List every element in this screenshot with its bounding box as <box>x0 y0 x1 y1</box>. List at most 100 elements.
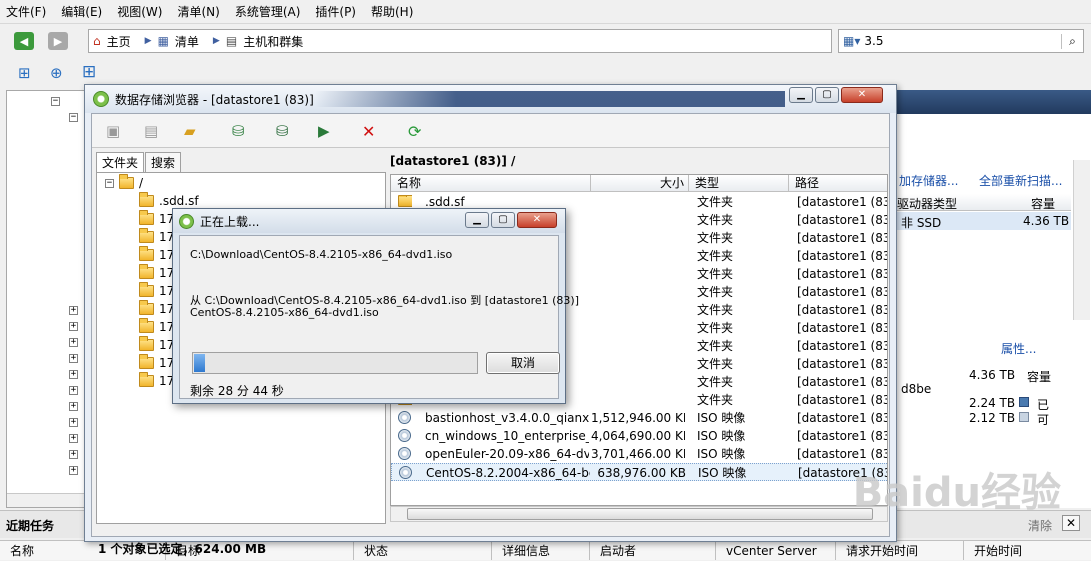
upload-body: C:\Download\CentOS-8.4.2105-x86_64-dvd1.… <box>179 235 579 399</box>
add-host-icon[interactable]: ⊞ <box>18 64 31 82</box>
close-icon[interactable]: ✕ <box>1062 515 1080 531</box>
expand-icon[interactable]: + <box>69 386 78 395</box>
upload-file-icon[interactable]: ⛁ <box>232 122 250 140</box>
expand-icon[interactable]: + <box>69 466 78 475</box>
expand-icon[interactable]: + <box>69 450 78 459</box>
add-storage-link[interactable]: 加存储器... <box>899 172 958 189</box>
search-scope-icon[interactable]: ▦▾ <box>843 34 860 48</box>
chevron-right-icon: ▶ <box>212 36 220 46</box>
file-path: [datastore1 (83)] <box>797 411 887 425</box>
col-file-size[interactable]: 大小 <box>591 175 689 192</box>
rescan-all-link[interactable]: 全部重新扫描... <box>979 172 1062 189</box>
folder-icon <box>139 210 154 225</box>
expand-icon[interactable]: + <box>69 354 78 363</box>
capacity-value: 4.36 TB <box>1023 214 1070 228</box>
chevron-right-icon: ▶ <box>144 36 152 46</box>
upload-target-file: CentOS-8.4.2105-x86_64-dvd1.iso <box>190 306 379 319</box>
delete-icon[interactable]: ✕ <box>362 122 380 141</box>
tree-item[interactable]: 17 <box>139 282 174 299</box>
clear-button[interactable]: 清除 <box>1028 517 1052 534</box>
tab-search[interactable]: 搜索 <box>145 152 182 172</box>
upload-icon[interactable]: ▣ <box>106 122 124 140</box>
breadcrumb-hosts-clusters[interactable]: 主机和群集 <box>243 33 303 50</box>
tree-item[interactable]: 17 <box>139 210 174 227</box>
tree-item[interactable]: 17 <box>139 246 174 263</box>
expand-icon[interactable]: + <box>69 418 78 427</box>
capacity-header[interactable]: 容量 <box>1031 195 1055 212</box>
tree-item[interactable]: .sdd.sf <box>139 192 199 209</box>
file-type: 文件夹 <box>697 249 734 263</box>
download-icon[interactable]: ▤ <box>144 122 162 140</box>
add-datacenter-icon[interactable]: ⊕ <box>50 64 63 82</box>
table-row[interactable]: CentOS-8.2.2004-x86_64-boot.... 638,976.0… <box>391 463 887 481</box>
menu-help[interactable]: 帮助(H) <box>371 3 413 20</box>
col-file-type[interactable]: 类型 <box>689 175 789 192</box>
expand-icon[interactable]: + <box>69 370 78 379</box>
expand-icon[interactable]: + <box>69 306 78 315</box>
search-icon[interactable]: ⌕ <box>1061 33 1083 49</box>
search-input[interactable]: 3.5 <box>864 34 1061 48</box>
back-button[interactable]: ◀ <box>14 32 34 50</box>
col-start-time[interactable]: 开始时间 <box>964 541 1091 560</box>
drive-type-header[interactable]: 驱动器类型 <box>897 195 957 212</box>
tree-item[interactable]: 17 <box>139 264 174 281</box>
expand-icon[interactable]: + <box>69 338 78 347</box>
close-button[interactable]: ✕ <box>841 87 883 103</box>
file-type: 文件夹 <box>697 195 734 209</box>
properties-link[interactable]: 属性... <box>1001 340 1036 357</box>
collapse-icon[interactable]: − <box>105 179 114 188</box>
table-row[interactable]: openEuler-20.09-x86_64-dvd.i...3,701,466… <box>391 445 887 463</box>
expand-icon[interactable]: + <box>69 434 78 443</box>
file-path: [datastore1 (83)] 1 <box>797 303 887 317</box>
close-icon: ✕ <box>857 89 867 100</box>
forward-button[interactable]: ▶ <box>48 32 68 50</box>
tree-item[interactable]: 17 <box>139 336 174 353</box>
iso-disc-icon <box>398 411 411 424</box>
col-file-path[interactable]: 路径 <box>789 175 887 192</box>
collapse-icon[interactable]: − <box>69 113 78 122</box>
menu-edit[interactable]: 编辑(E) <box>61 3 102 20</box>
menu-admin[interactable]: 系统管理(A) <box>235 3 301 20</box>
menu-inventory[interactable]: 清单(N) <box>177 3 219 20</box>
tree-item[interactable]: 17 <box>139 228 174 245</box>
tab-folders[interactable]: 文件夹 <box>96 152 145 172</box>
register-vm-icon[interactable]: ▶ <box>318 122 336 140</box>
menu-view[interactable]: 视图(W) <box>117 3 162 20</box>
horizontal-scrollbar[interactable] <box>7 493 89 507</box>
cancel-button[interactable]: 取消 <box>486 352 560 374</box>
menu-plugins[interactable]: 插件(P) <box>315 3 356 20</box>
breadcrumb-home[interactable]: 主页 <box>107 33 131 50</box>
col-file-name[interactable]: 名称 <box>391 175 591 192</box>
storage-row[interactable]: 非 SSD 4.36 TB <box>891 212 1071 230</box>
tree-item[interactable]: 17 <box>139 354 174 371</box>
tree-item[interactable]: 17 <box>139 300 174 317</box>
detail-capacity: 4.36 TB <box>969 368 1016 382</box>
tree-root[interactable]: / <box>119 174 143 191</box>
vertical-scrollbar[interactable] <box>1073 160 1090 320</box>
table-row[interactable]: cn_windows_10_enterprise_x6...4,064,690.… <box>391 427 887 445</box>
tree-item[interactable]: 17 <box>139 318 174 335</box>
close-button[interactable]: ✕ <box>517 212 557 228</box>
expand-icon[interactable]: + <box>69 322 78 331</box>
download-file-icon[interactable]: ⛁ <box>276 122 294 140</box>
host-detail-panel: 加存储器... 全部重新扫描... 驱动器类型 容量 非 SSD 4.36 TB… <box>890 90 1091 508</box>
maximize-button[interactable]: ▢ <box>815 87 839 103</box>
table-row[interactable]: bastionhost_v3.4.0.0_qianxin-...1,512,94… <box>391 409 887 427</box>
breadcrumb-inventory[interactable]: 清单 <box>175 33 199 50</box>
add-cluster-icon[interactable]: ⊞ <box>82 62 96 82</box>
recent-tasks-title: 近期任务 <box>6 519 55 533</box>
file-list-scrollbar[interactable] <box>390 506 888 522</box>
maximize-button[interactable]: ▢ <box>491 212 515 228</box>
tree-item[interactable]: 17 <box>139 372 174 389</box>
folder-icon <box>139 318 154 333</box>
minimize-button[interactable]: ▁ <box>789 87 813 103</box>
file-path: [datastore1 (83)] 1 <box>797 267 887 281</box>
refresh-icon[interactable]: ⟳ <box>408 122 426 141</box>
expand-icon[interactable]: + <box>69 402 78 411</box>
new-folder-icon[interactable]: ▰ <box>184 122 202 140</box>
collapse-icon[interactable]: − <box>51 97 60 106</box>
scroll-thumb[interactable] <box>407 508 873 520</box>
minimize-button[interactable]: ▁ <box>465 212 489 228</box>
background-title-band <box>315 91 785 107</box>
menu-file[interactable]: 文件(F) <box>6 3 46 20</box>
